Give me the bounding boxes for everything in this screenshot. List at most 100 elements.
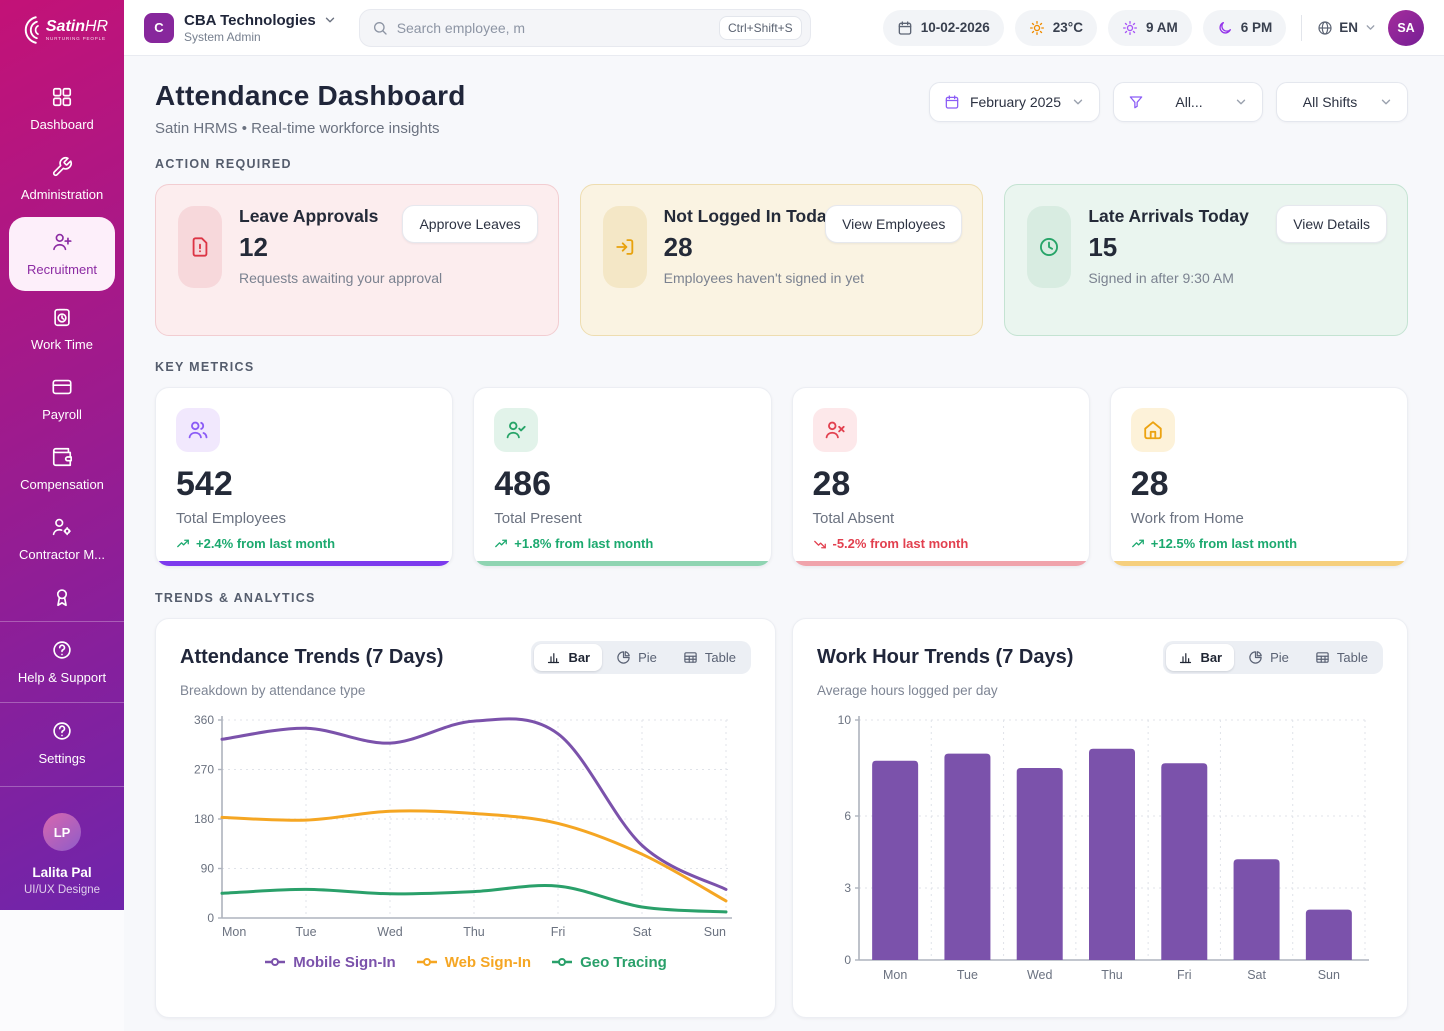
- sidebar-item-administration[interactable]: Administration: [9, 147, 115, 211]
- metric-card-total-absent: 28 Total Absent -5.2% from last month: [791, 387, 1090, 567]
- sidebar-item-item[interactable]: [9, 577, 115, 613]
- sidebar-item-label: Work Time: [31, 337, 93, 352]
- main-content: Attendance Dashboard Satin HRMS • Real-t…: [124, 56, 1444, 1031]
- month-filter[interactable]: February 2025: [928, 82, 1100, 122]
- sidebar-item-label: Recruitment: [26, 262, 98, 277]
- svg-text:Sat: Sat: [1247, 968, 1266, 982]
- clock-icon: [1027, 206, 1072, 288]
- svg-text:Mon: Mon: [222, 925, 246, 939]
- globe-icon: [1318, 20, 1332, 35]
- temperature-pill[interactable]: 23°C: [1014, 9, 1097, 46]
- sidebar-item-recruitment[interactable]: Recruitment: [9, 217, 115, 291]
- sidebar-item-settings[interactable]: Settings: [9, 711, 115, 775]
- legend-label: Geo Tracing: [580, 954, 667, 971]
- global-search[interactable]: Ctrl+Shift+S: [358, 8, 811, 47]
- award-icon: [51, 586, 73, 611]
- bar-wed[interactable]: [1016, 768, 1063, 960]
- date-pill[interactable]: 10-02-2026: [882, 9, 1004, 46]
- brand-name-light: HR: [85, 17, 109, 35]
- sunrise-time-pill[interactable]: 9 AM: [1107, 9, 1192, 46]
- chart-legend: Mobile Sign-In Web Sign-In Geo Tracing: [180, 954, 751, 971]
- bar-tue[interactable]: [944, 753, 991, 960]
- action-card-caption: Requests awaiting your approval: [239, 270, 443, 286]
- sunrise-time-label: 9 AM: [1145, 20, 1178, 35]
- metric-trend: -5.2% from last month: [813, 536, 1069, 551]
- sun-icon: [1029, 20, 1045, 36]
- view-employees-button[interactable]: View Employees: [825, 205, 963, 243]
- toggle-label: Pie: [638, 650, 657, 665]
- language-selector[interactable]: EN: [1317, 20, 1377, 36]
- trend-down-icon: [813, 537, 827, 551]
- shift-filter[interactable]: All Shifts: [1276, 82, 1408, 122]
- action-card-text: Late Arrivals Today 15 Signed in after 9:3…: [1088, 206, 1248, 288]
- bar-sun[interactable]: [1305, 909, 1352, 960]
- sidebar-item-help-support[interactable]: Help & Support: [9, 630, 115, 694]
- tenant-name: CBA Technologies: [184, 11, 316, 29]
- user-plus-icon: [51, 231, 73, 256]
- bar-sat[interactable]: [1233, 859, 1280, 960]
- department-filter[interactable]: All...: [1113, 82, 1263, 122]
- sunset-time-pill[interactable]: 6 PM: [1202, 9, 1287, 46]
- bar-thu[interactable]: [1089, 748, 1135, 960]
- calendar-icon: [897, 20, 913, 36]
- pie-chart-icon: [1248, 650, 1263, 665]
- toggle-bar-button[interactable]: Bar: [1166, 644, 1235, 671]
- toggle-table-button[interactable]: Table: [1303, 644, 1380, 671]
- brand-logo: SatinHR Nurturing People: [0, 0, 124, 60]
- bar-fri[interactable]: [1161, 763, 1208, 960]
- legend-item-mobile-sign-in: Mobile Sign-In: [264, 954, 396, 971]
- metric-trend-text: -5.2% from last month: [832, 536, 969, 551]
- tenant-badge: C: [144, 12, 174, 43]
- chart-header: Attendance Trends (7 Days) Bar Pie Table: [180, 641, 751, 674]
- toggle-pie-button[interactable]: Pie: [1236, 644, 1301, 671]
- sidebar-footer: Help & Support Settings: [0, 613, 124, 778]
- metric-accent-bar: [156, 561, 453, 566]
- moon-icon: [1217, 20, 1233, 36]
- home-icon: [1130, 408, 1175, 452]
- sidebar-divider: [0, 702, 124, 703]
- action-card-caption: Employees haven't signed in yet: [663, 270, 865, 286]
- chart-subtitle: Breakdown by attendance type: [180, 683, 366, 698]
- chart-card-work-hour-trends-7-days: Work Hour Trends (7 Days) Bar Pie Table Aver…: [792, 618, 1408, 1018]
- trend-up-icon: [494, 537, 508, 551]
- approve-leaves-button[interactable]: Approve Leaves: [402, 205, 538, 243]
- top-header: C CBA Technologies System Admin Ctrl+Shi…: [124, 0, 1444, 56]
- sidebar-item-compensation[interactable]: Compensation: [9, 437, 115, 501]
- bar-mon[interactable]: [872, 760, 919, 960]
- toggle-bar-button[interactable]: Bar: [534, 644, 603, 671]
- trend-up-icon: [1131, 537, 1145, 551]
- metric-card-total-employees: 542 Total Employees +2.4% from last month: [155, 387, 454, 567]
- user-role: UI/UX Designe: [23, 884, 101, 896]
- chart-view-toggle: Bar Pie Table: [531, 641, 751, 674]
- brand-text: SatinHR Nurturing People: [45, 17, 109, 42]
- user-gear-icon: [51, 516, 73, 541]
- sidebar-item-dashboard[interactable]: Dashboard: [9, 77, 115, 141]
- sidebar-item-work-time[interactable]: Work Time: [9, 297, 115, 361]
- metric-label: Total Absent: [812, 510, 895, 527]
- sidebar-user-card[interactable]: LP Lalita Pal UI/UX Designe: [0, 795, 124, 914]
- sidebar-item-contractor-m[interactable]: Contractor M...: [9, 507, 115, 571]
- charts-row: Attendance Trends (7 Days) Bar Pie Table Bre…: [155, 618, 1408, 1018]
- chart-subtitle: Average hours logged per day: [817, 683, 998, 698]
- brand-tagline: Nurturing People: [45, 35, 106, 41]
- toggle-pie-button[interactable]: Pie: [604, 644, 669, 671]
- user-avatar[interactable]: LP: [43, 813, 81, 851]
- metric-trend: +2.4% from last month: [176, 536, 432, 551]
- header-avatar[interactable]: SA: [1388, 9, 1424, 46]
- legend-item-geo-tracing: Geo Tracing: [551, 954, 667, 971]
- legend-item-web-sign-in: Web Sign-In: [416, 954, 531, 971]
- legend-marker-icon: [416, 954, 438, 971]
- sidebar-divider: [0, 621, 124, 622]
- search-shortcut-badge: Ctrl+Shift+S: [718, 15, 802, 40]
- view-details-button[interactable]: View Details: [1276, 205, 1387, 243]
- search-input[interactable]: [396, 19, 710, 36]
- app-root: SatinHR Nurturing People Dashboard Admini…: [0, 0, 1444, 1031]
- sidebar-item-payroll[interactable]: Payroll: [9, 367, 115, 431]
- metric-label: Total Employees: [176, 510, 287, 527]
- legend-label: Web Sign-In: [444, 954, 532, 971]
- wallet-icon: [51, 446, 73, 471]
- metric-label: Work from Home: [1130, 510, 1244, 527]
- dashboard-icon: [51, 86, 73, 111]
- tenant-switcher[interactable]: C CBA Technologies System Admin: [144, 12, 337, 44]
- toggle-table-button[interactable]: Table: [671, 644, 748, 671]
